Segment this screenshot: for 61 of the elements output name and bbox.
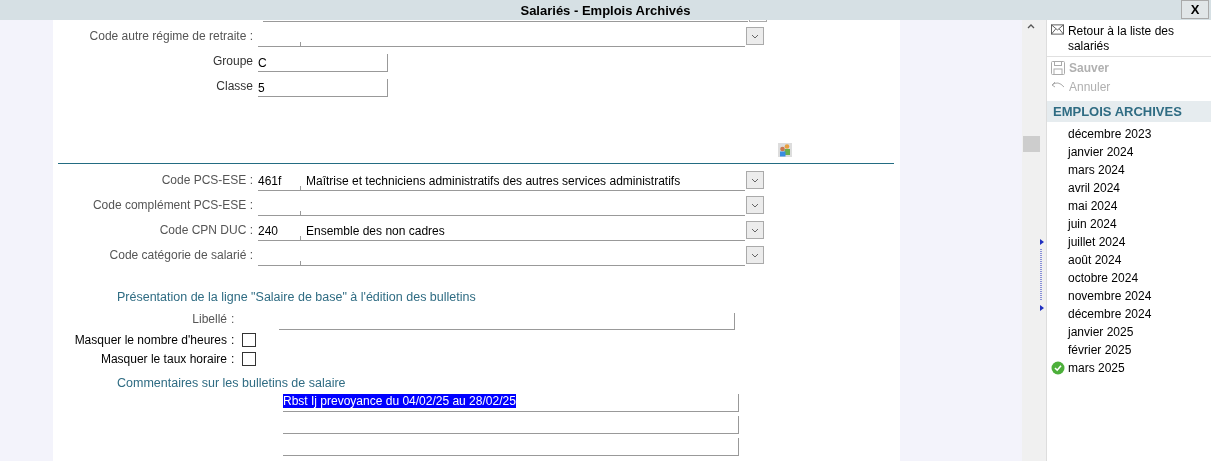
field-label: Code complément PCS-ESE : <box>91 198 254 214</box>
archive-item[interactable]: mars 2025 <box>1051 359 1211 377</box>
combo-field[interactable]: 240 Ensemble des non cadres <box>258 222 745 241</box>
mail-icon <box>1051 24 1064 35</box>
sidebar-action[interactable]: Retour à la liste des salariés <box>1047 20 1211 57</box>
chevron-icon <box>751 227 759 233</box>
text-field[interactable]: C <box>258 54 388 72</box>
colon-text: : <box>231 312 236 328</box>
archive-item[interactable]: mai 2024 <box>1051 197 1211 215</box>
scrollbar-thumb[interactable] <box>1023 136 1040 152</box>
archive-item[interactable]: janvier 2024 <box>1051 143 1211 161</box>
scroll-up-icon[interactable] <box>1027 24 1035 29</box>
archive-item[interactable]: décembre 2024 <box>1051 305 1211 323</box>
chevron-icon <box>751 252 759 258</box>
chevron-icon <box>751 33 759 39</box>
people-icon[interactable] <box>778 143 792 157</box>
dropdown-button[interactable] <box>746 27 764 45</box>
field-label: Code catégorie de salarié : <box>108 248 254 264</box>
field-label: Libellé <box>191 312 228 328</box>
archive-item[interactable]: mars 2024 <box>1051 161 1211 179</box>
window-title: Salariés - Emplois Archivés <box>520 2 691 18</box>
comment-field[interactable] <box>283 416 739 434</box>
archive-item[interactable]: juillet 2024 <box>1051 233 1211 251</box>
archive-item[interactable]: octobre 2024 <box>1051 269 1211 287</box>
section-heading: Présentation de la ligne "Salaire de base" à l'édition des bulletins <box>117 290 477 306</box>
colon-text: : <box>231 332 236 347</box>
checkbox[interactable] <box>242 351 256 366</box>
comment-field[interactable]: Rbst Ij prevoyance du 04/02/25 au 28/02/25 <box>283 394 739 412</box>
archive-item[interactable]: avril 2024 <box>1051 179 1211 197</box>
range-marker-drawing <box>1040 239 1044 311</box>
dropdown-button[interactable] <box>746 196 764 214</box>
checkbox-label: Masquer le taux horaire <box>99 351 228 366</box>
archive-item[interactable]: novembre 2024 <box>1051 287 1211 305</box>
dropdown-button[interactable] <box>746 171 764 189</box>
field-label: Code PCS-ESE : <box>160 173 254 189</box>
archive-item[interactable]: juin 2024 <box>1051 215 1211 233</box>
combo-field[interactable]: 461f Maîtrise et techniciens administratifs des autres services administratifs <box>258 172 745 191</box>
chevron-icon <box>751 202 759 208</box>
archive-item[interactable]: août 2024 <box>1051 251 1211 269</box>
field-label: Code CPN DUC : <box>158 223 254 239</box>
check-icon <box>1051 361 1065 375</box>
field-label: Groupe <box>211 54 254 70</box>
undo-icon <box>1051 80 1065 90</box>
checkbox-label: Masquer le nombre d'heures <box>73 332 228 347</box>
dropdown-button[interactable] <box>746 246 764 264</box>
text-field[interactable]: 5 <box>258 79 388 97</box>
dropdown-button[interactable] <box>746 221 764 239</box>
comment-field[interactable] <box>283 438 739 456</box>
section-heading: Commentaires sur les bulletins de salaire <box>117 376 347 392</box>
colon-text: : <box>231 351 236 366</box>
archive-item[interactable]: février 2025 <box>1051 341 1211 359</box>
save-icon <box>1051 61 1065 75</box>
checkbox[interactable] <box>242 332 256 347</box>
field-label: Classe <box>215 79 254 95</box>
section-header: EMPLOIS ARCHIVES <box>1047 101 1211 122</box>
close-button[interactable]: X <box>1181 0 1209 19</box>
archive-item[interactable]: décembre 2023 <box>1051 125 1211 143</box>
field-label: Code autre régime de retraite : <box>88 29 254 45</box>
archive-item[interactable]: janvier 2025 <box>1051 323 1211 341</box>
text-field[interactable] <box>279 313 735 330</box>
chevron-icon <box>751 177 759 183</box>
